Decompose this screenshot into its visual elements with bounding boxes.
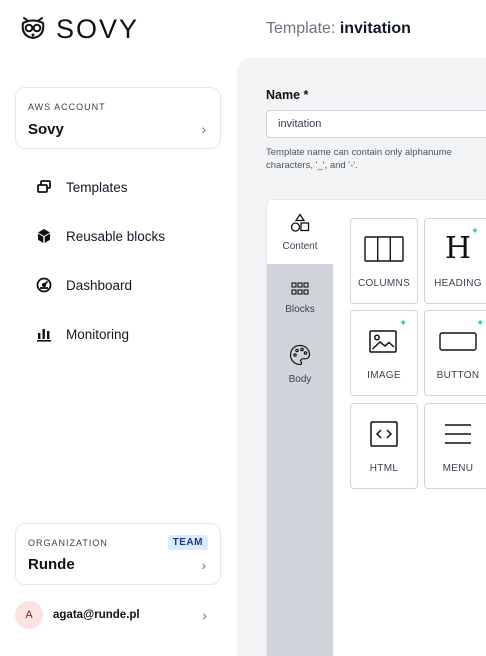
sidebar-item-dashboard[interactable]: Dashboard [36, 274, 132, 296]
sidebar-item-label: Dashboard [66, 277, 133, 293]
aws-account-value: Sovy [28, 121, 64, 138]
page-title-prefix: Template: [266, 20, 340, 37]
main-panel: Name * Template name can contain only al… [237, 58, 486, 656]
sidebar-item-label: Monitoring [66, 326, 130, 342]
block-columns[interactable]: COLUMNS [350, 218, 418, 304]
name-help-text: Template name can contain only alphanume… [266, 146, 486, 172]
button-icon: ✦ [438, 318, 484, 358]
brand-name: SOVY [56, 14, 140, 44]
tab-content[interactable]: Content [267, 200, 333, 264]
tab-label: Body [288, 373, 312, 385]
sidebar-item-templates[interactable]: Templates [36, 176, 128, 198]
image-icon: ✦ [368, 318, 407, 358]
block-heading[interactable]: H ✦ HEADING [424, 218, 486, 304]
logo[interactable]: SOVY [20, 14, 139, 45]
tile-label: COLUMNS [357, 278, 411, 289]
block-button[interactable]: ✦ BUTTON [424, 310, 486, 396]
sidebar-item-label: Templates [66, 179, 128, 195]
tab-blocks[interactable]: Blocks [267, 266, 333, 330]
team-badge: TEAM [167, 535, 208, 550]
palette-icon [289, 344, 311, 371]
block-image[interactable]: ✦ IMAGE [350, 310, 418, 396]
chevron-right-icon: › [201, 121, 206, 137]
tile-label: IMAGE [367, 370, 401, 381]
sidebar: SOVY AWS ACCOUNT Sovy › Templates Reusab… [0, 0, 237, 656]
tile-label: HEADING [434, 278, 482, 289]
gauge-icon [36, 277, 52, 293]
sidebar-item-monitoring[interactable]: Monitoring [36, 323, 129, 345]
tab-label: Blocks [285, 303, 315, 315]
sparkle-icon: ✦ [399, 318, 408, 329]
menu-icon [443, 417, 473, 451]
page-title: Template: invitation [266, 20, 411, 38]
page-title-name: invitation [339, 20, 411, 37]
user-menu[interactable]: A agata@runde.pl › [15, 600, 221, 630]
block-menu[interactable]: MENU [424, 403, 486, 489]
tab-label: Content [282, 240, 318, 252]
shapes-icon [290, 212, 310, 238]
template-name-input[interactable] [266, 110, 486, 138]
cube-icon [36, 228, 52, 244]
bar-chart-icon [36, 326, 52, 342]
tab-body[interactable]: Body [267, 332, 333, 396]
help-line: characters, '_', and '-'. [266, 160, 358, 171]
help-line: Template name can contain only alphanume [266, 147, 452, 158]
tile-label: BUTTON [436, 370, 480, 381]
organization-label: ORGANIZATION [28, 538, 108, 548]
aws-account-selector[interactable]: AWS ACCOUNT Sovy › [15, 87, 221, 149]
editor-panel: Content Blocks Body COLUMNS H ✦ HEADING … [266, 199, 486, 656]
tile-label: MENU [442, 463, 474, 474]
code-icon [369, 417, 399, 451]
sidebar-item-reusable-blocks[interactable]: Reusable blocks [36, 225, 165, 247]
user-email: agata@runde.pl [53, 609, 140, 621]
name-field-label: Name * [266, 88, 309, 102]
organization-selector[interactable]: ORGANIZATION TEAM Runde › [15, 523, 221, 585]
avatar: A [15, 601, 43, 629]
aws-account-label: AWS ACCOUNT [28, 102, 106, 112]
sidebar-item-label: Reusable blocks [66, 228, 166, 244]
tile-label: HTML [369, 463, 399, 474]
owl-icon [20, 14, 46, 45]
sparkle-icon: ✦ [476, 318, 485, 329]
editor-tabs: Content Blocks Body [267, 200, 333, 656]
heading-icon: H ✦ [444, 226, 480, 266]
columns-icon [364, 232, 404, 266]
templates-icon [36, 179, 52, 195]
chevron-right-icon: › [202, 607, 207, 623]
organization-value: Runde [28, 556, 75, 573]
block-html[interactable]: HTML [350, 403, 418, 489]
chevron-right-icon: › [201, 557, 206, 573]
grid-icon [291, 281, 309, 301]
sparkle-icon: ✦ [470, 226, 480, 237]
